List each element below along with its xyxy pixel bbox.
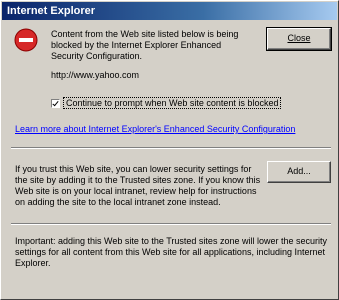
site-url: http://www.yahoo.com	[51, 70, 140, 80]
add-button-label: Add...	[287, 166, 311, 176]
blocked-message: Content from the Web site listed below i…	[51, 29, 239, 61]
title-bar[interactable]: Internet Explorer	[2, 2, 337, 20]
close-button[interactable]: Close	[266, 27, 332, 51]
learn-more-link[interactable]: Learn more about Internet Explorer's Enh…	[15, 124, 295, 134]
divider-top	[11, 147, 331, 149]
stop-icon	[14, 28, 38, 52]
divider-bottom	[11, 223, 331, 225]
continue-prompt-checkbox[interactable]	[51, 99, 60, 108]
add-button[interactable]: Add...	[267, 161, 331, 183]
window-title: Internet Explorer	[7, 5, 96, 17]
important-note: Important: adding this Web site to the T…	[15, 236, 327, 268]
trust-instructions: If you trust this Web site, you can lowe…	[15, 164, 261, 207]
close-button-label: Close	[287, 33, 311, 43]
continue-prompt-label[interactable]: Continue to prompt when Web site content…	[63, 97, 282, 109]
dialog-window: Internet Explorer Content from the Web s…	[0, 0, 339, 300]
